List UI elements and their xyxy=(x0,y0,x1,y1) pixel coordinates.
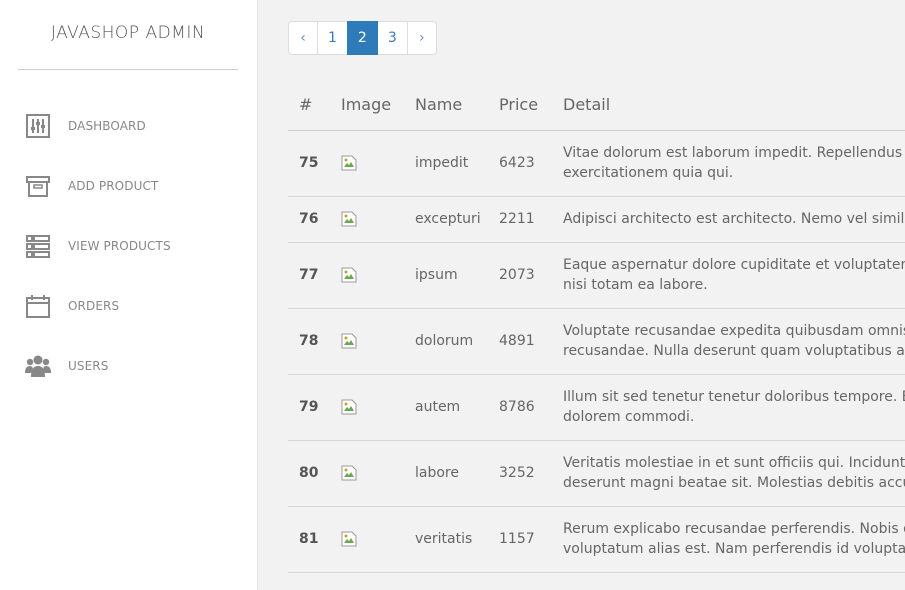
broken-image-icon xyxy=(341,399,357,415)
sidebar-item-users[interactable]: USERS xyxy=(0,336,257,396)
sidebar-item-label: DASHBOARD xyxy=(68,119,146,133)
detail-text-line: Eaque aspernatur dolore cupiditate et vo… xyxy=(563,257,905,273)
main-content: ‹ 1 2 3 › # Image Name Price Detail 75 im… xyxy=(258,0,905,590)
cell-price: 8786 xyxy=(488,374,552,441)
brand-title[interactable]: JAVASHOP ADMIN xyxy=(18,0,238,70)
cell-name: labore xyxy=(404,440,488,507)
table-row: 81 veritatis 1157 Rerum explicabo recusanda… xyxy=(288,506,905,573)
cell-image xyxy=(330,506,404,573)
cell-name: ipsum xyxy=(404,242,488,309)
detail-text-line: exercitationem quia qui. xyxy=(563,165,734,181)
sidebar-item-label: VIEW PRODUCTS xyxy=(68,239,171,253)
sidebar-item-label: ADD PRODUCT xyxy=(68,179,159,193)
detail-text-line: recusandae. Nulla deserunt quam voluptat… xyxy=(563,343,905,359)
table-row: 77 ipsum 2073 Eaque aspernatur dolore cupid… xyxy=(288,242,905,309)
detail-text-line: dolorem commodi. xyxy=(563,409,695,425)
sliders-icon xyxy=(25,112,51,140)
sidebar-item-add-product[interactable]: ADD PRODUCT xyxy=(0,156,257,216)
cell-detail: Voluptate recusandae expedita quibusdam … xyxy=(552,308,905,375)
pagination: ‹ 1 2 3 › xyxy=(288,21,437,55)
products-table: # Image Name Price Detail 75 impedit 6423 V… xyxy=(288,80,905,573)
cell-name: dolorum xyxy=(404,308,488,375)
sidebar-item-label: USERS xyxy=(68,359,109,373)
detail-text-line: deserunt magni beatae sit. Molestias deb… xyxy=(563,475,905,491)
page-1-button[interactable]: 1 xyxy=(317,21,348,55)
calendar-icon xyxy=(25,292,51,320)
list-icon xyxy=(25,232,51,260)
cell-id: 80 xyxy=(288,440,330,507)
column-header-price: Price xyxy=(488,80,552,131)
broken-image-icon xyxy=(341,465,357,481)
broken-image-icon xyxy=(341,211,357,227)
table-row: 80 labore 3252 Veritatis molestiae in et su… xyxy=(288,440,905,507)
cell-price: 2073 xyxy=(488,242,552,309)
cell-name: excepturi xyxy=(404,196,488,243)
cell-id: 77 xyxy=(288,242,330,309)
cell-detail: Rerum explicabo recusandae perferendis. … xyxy=(552,506,905,573)
cell-price: 1157 xyxy=(488,506,552,573)
sidebar-item-orders[interactable]: ORDERS xyxy=(0,276,257,336)
archive-box-icon xyxy=(25,172,51,200)
cell-image xyxy=(330,374,404,441)
cell-id: 79 xyxy=(288,374,330,441)
detail-text-line: Adipisci architecto est architecto. Nemo… xyxy=(563,211,905,227)
cell-detail: Veritatis molestiae in et sunt officiis … xyxy=(552,440,905,507)
cell-image xyxy=(330,440,404,507)
cell-price: 2211 xyxy=(488,196,552,243)
detail-text-line: voluptatum alias est. Nam perferendis id… xyxy=(563,541,905,557)
cell-price: 6423 xyxy=(488,130,552,197)
cell-image xyxy=(330,196,404,243)
detail-text-line: Rerum explicabo recusandae perferendis. … xyxy=(563,521,905,537)
users-icon xyxy=(25,352,51,380)
cell-id: 78 xyxy=(288,308,330,375)
sidebar: JAVASHOP ADMIN DASHBOARD ADD PRODUCT VIE… xyxy=(0,0,258,590)
next-page-button[interactable]: › xyxy=(406,21,437,55)
page-3-button[interactable]: 3 xyxy=(376,21,408,55)
cell-name: impedit xyxy=(404,130,488,197)
cell-name: veritatis xyxy=(404,506,488,573)
cell-detail: Vitae dolorum est laborum impedit. Repel… xyxy=(552,130,905,197)
cell-detail: Adipisci architecto est architecto. Nemo… xyxy=(552,196,905,243)
column-header-detail: Detail xyxy=(552,80,905,131)
sidebar-nav: DASHBOARD ADD PRODUCT VIEW PRODUCTS ORDE… xyxy=(0,96,257,396)
page-2-button[interactable]: 2 xyxy=(346,21,378,55)
detail-text-line: Vitae dolorum est laborum impedit. Repel… xyxy=(563,145,905,161)
cell-name: autem xyxy=(404,374,488,441)
cell-id: 75 xyxy=(288,130,330,197)
broken-image-icon xyxy=(341,155,357,171)
broken-image-icon xyxy=(341,333,357,349)
sidebar-item-view-products[interactable]: VIEW PRODUCTS xyxy=(0,216,257,276)
cell-price: 4891 xyxy=(488,308,552,375)
column-header-name: Name xyxy=(404,80,488,131)
table-row: 78 dolorum 4891 Voluptate recusandae expedi… xyxy=(288,308,905,375)
table-row: 79 autem 8786 Illum sit sed tenetur tenetur… xyxy=(288,374,905,441)
detail-text-line: Voluptate recusandae expedita quibusdam … xyxy=(563,323,905,339)
broken-image-icon xyxy=(341,267,357,283)
cell-image xyxy=(330,308,404,375)
table-row: 75 impedit 6423 Vitae dolorum est laborum i… xyxy=(288,130,905,197)
cell-id: 81 xyxy=(288,506,330,573)
cell-detail: Illum sit sed tenetur tenetur doloribus … xyxy=(552,374,905,441)
column-header-image: Image xyxy=(330,80,404,131)
prev-page-button[interactable]: ‹ xyxy=(288,21,318,55)
table-row: 76 excepturi 2211 Adipisci architecto est a… xyxy=(288,196,905,243)
cell-id: 76 xyxy=(288,196,330,243)
cell-price: 3252 xyxy=(488,440,552,507)
table-header-row: # Image Name Price Detail xyxy=(288,80,905,131)
detail-text-line: Illum sit sed tenetur tenetur doloribus … xyxy=(563,389,905,405)
broken-image-icon xyxy=(341,531,357,547)
cell-image xyxy=(330,130,404,197)
column-header-id: # xyxy=(288,80,330,131)
sidebar-item-label: ORDERS xyxy=(68,299,120,313)
sidebar-item-dashboard[interactable]: DASHBOARD xyxy=(0,96,257,156)
detail-text-line: nisi totam ea labore. xyxy=(563,277,708,293)
detail-text-line: Veritatis molestiae in et sunt officiis … xyxy=(563,455,905,471)
cell-image xyxy=(330,242,404,309)
cell-detail: Eaque aspernatur dolore cupiditate et vo… xyxy=(552,242,905,309)
